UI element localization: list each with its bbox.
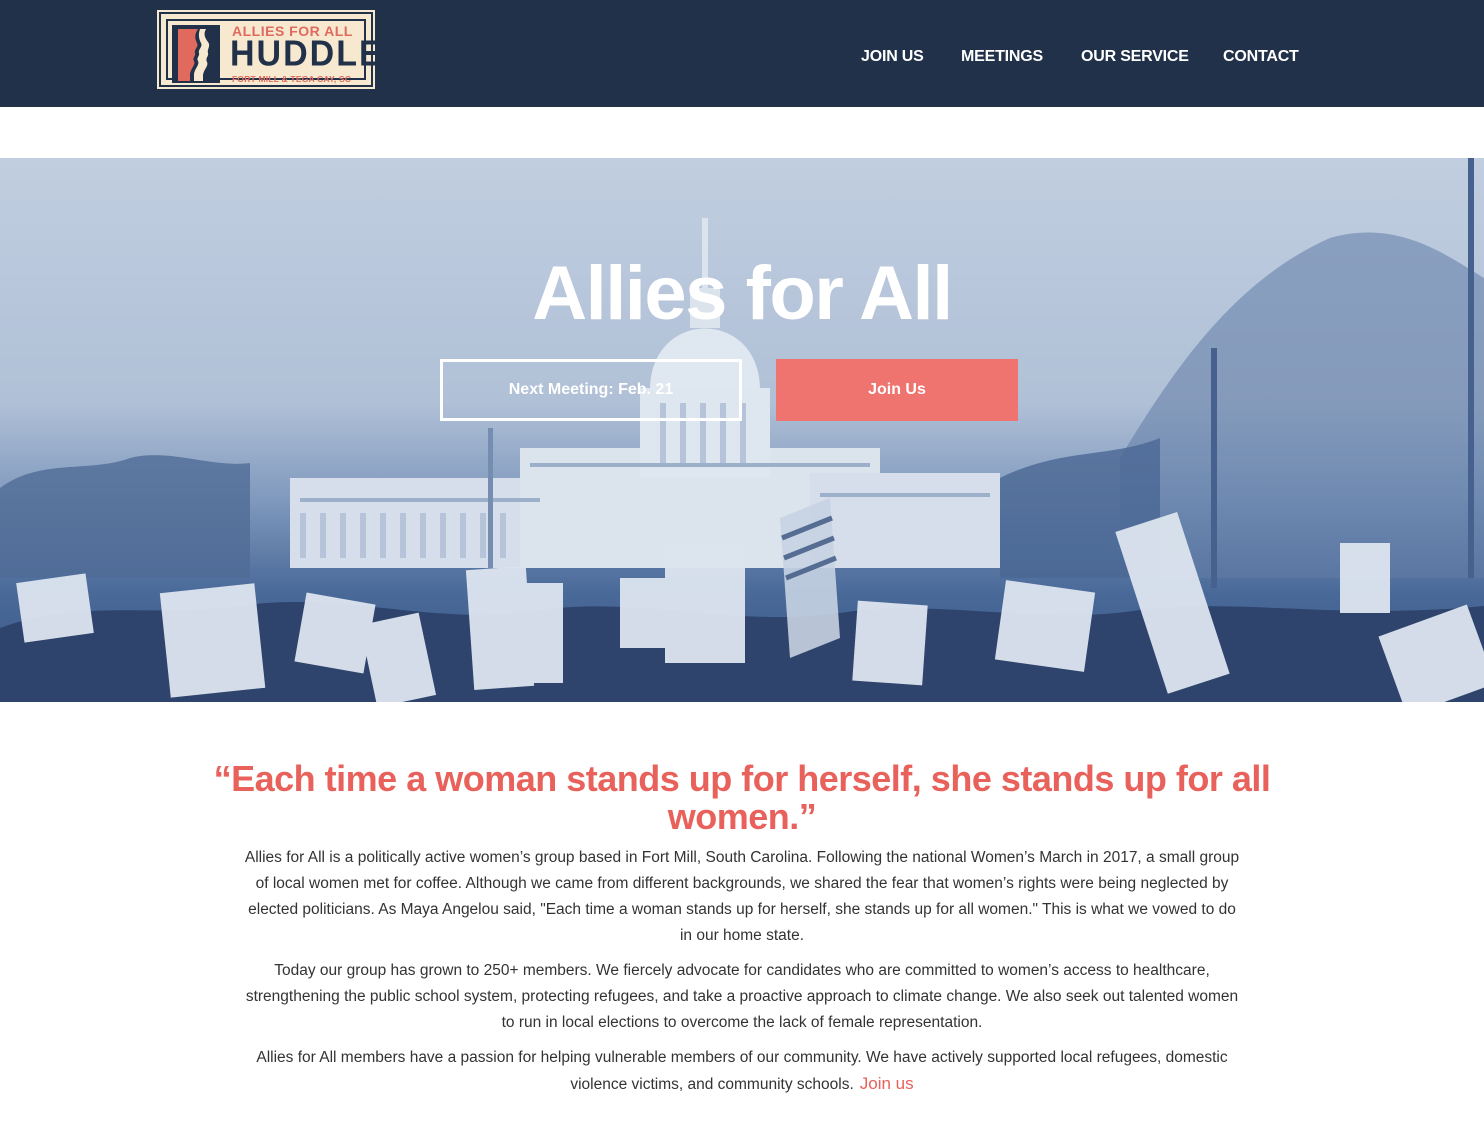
join-us-button[interactable]: Join Us xyxy=(776,359,1018,421)
about-paragraph-1: Allies for All is a politically active w… xyxy=(244,849,1240,944)
nav-meetings[interactable]: MEETINGS xyxy=(961,48,1043,66)
logo-main-text: HUDDLE xyxy=(230,34,384,74)
featured-quote: “Each time a woman stands up for herself… xyxy=(213,758,1271,837)
hero-background-image xyxy=(0,158,1484,702)
join-us-inline-link[interactable]: Join us xyxy=(860,1074,914,1093)
site-header: ALLIES FOR ALL HUDDLE FORT MILL & TEGA C… xyxy=(0,0,1484,107)
about-paragraph-2: Today our group has grown to 250+ member… xyxy=(245,962,1239,1031)
hero-banner: Allies for All Next Meeting: Feb. 21 Joi… xyxy=(0,158,1484,702)
next-meeting-button[interactable]: Next Meeting: Feb. 21 xyxy=(440,359,742,421)
about-paragraph-3-text: Allies for All members have a passion fo… xyxy=(256,1049,1228,1093)
logo-frame: ALLIES FOR ALL HUDDLE FORT MILL & TEGA C… xyxy=(166,19,382,84)
women-profiles-logo-icon xyxy=(172,25,220,83)
nav-our-service[interactable]: OUR SERVICE xyxy=(1081,48,1189,66)
nav-join-us[interactable]: JOIN US xyxy=(861,48,924,66)
hero-title: Allies for All xyxy=(532,251,953,336)
about-paragraph-3: Allies for All members have a passion fo… xyxy=(242,1045,1242,1098)
logo-sub-text: FORT MILL & TEGA CAY, SC xyxy=(232,74,352,84)
site-logo[interactable]: ALLIES FOR ALL HUDDLE FORT MILL & TEGA C… xyxy=(157,10,382,89)
nav-contact[interactable]: CONTACT xyxy=(1223,48,1299,66)
